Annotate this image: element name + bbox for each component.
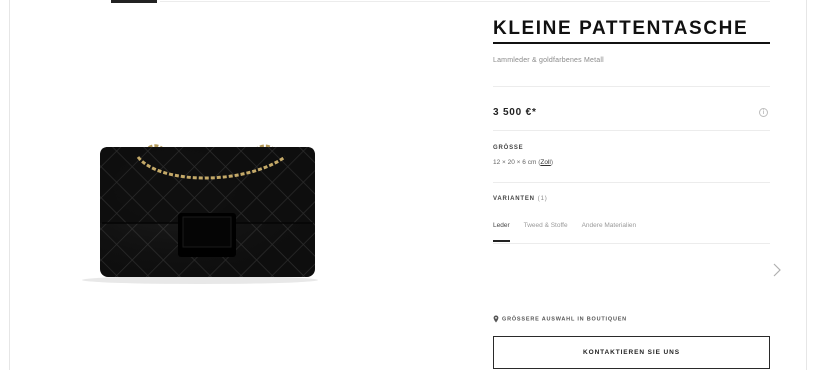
size-value: 12 × 20 × 6 cm (Zoll) xyxy=(493,159,553,166)
product-price: 3 500 €* xyxy=(493,107,537,118)
product-material: Lammleder & goldfarbenes Metall xyxy=(493,57,604,64)
variants-count: (1) xyxy=(537,196,548,202)
contact-us-button[interactable]: KONTAKTIEREN SIE UNS xyxy=(493,336,770,369)
info-icon[interactable]: i xyxy=(759,108,768,117)
product-image[interactable] xyxy=(70,135,330,285)
tab-tweed-stoffe[interactable]: Tweed & Stoffe xyxy=(524,222,568,242)
size-unit-link[interactable]: Zoll xyxy=(540,159,550,166)
variants-label: VARIANTEN (1) xyxy=(493,196,548,202)
tabs-underline xyxy=(493,243,770,244)
location-pin-icon xyxy=(493,315,499,323)
divider xyxy=(493,182,770,183)
variants-title: VARIANTEN xyxy=(493,196,535,202)
size-unit-toggle[interactable]: (Zoll) xyxy=(538,159,553,166)
divider xyxy=(493,86,770,87)
variant-tabs: Leder Tweed & Stoffe Andere Materialien xyxy=(493,222,636,242)
chevron-right-icon[interactable] xyxy=(771,263,783,277)
title-underline xyxy=(493,42,770,44)
size-dimensions: 12 × 20 × 6 cm xyxy=(493,159,537,166)
top-divider xyxy=(160,1,770,2)
boutique-text: GRÖSSERE AUSWAHL IN BOUTIQUEN xyxy=(502,316,627,323)
thumbnail-indicator[interactable] xyxy=(111,0,157,3)
tab-andere-materialien[interactable]: Andere Materialien xyxy=(582,222,637,242)
product-title: KLEINE PATTENTASCHE xyxy=(493,18,749,39)
boutique-availability[interactable]: GRÖSSERE AUSWAHL IN BOUTIQUEN xyxy=(493,315,627,323)
tab-leder[interactable]: Leder xyxy=(493,222,510,242)
size-label: GRÖSSE xyxy=(493,145,524,151)
divider xyxy=(493,130,770,131)
